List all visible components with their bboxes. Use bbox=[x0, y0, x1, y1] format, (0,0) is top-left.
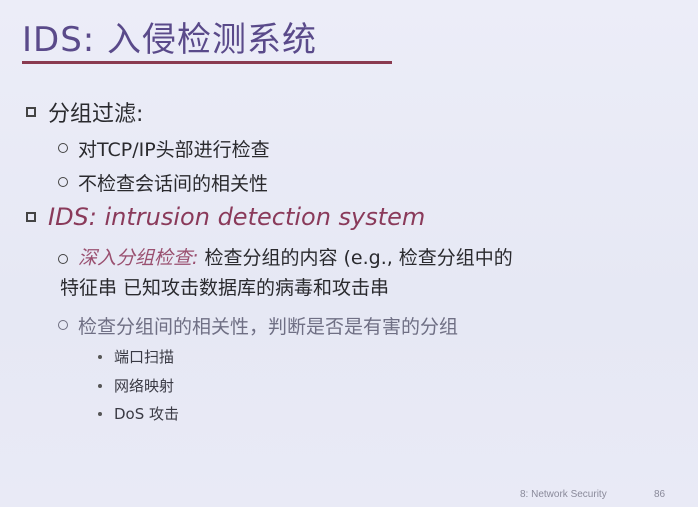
sub-bullet-text: 检查分组间的相关性，判断是否是有害的分组 bbox=[78, 316, 459, 338]
bullet-ids: IDS: intrusion detection system bbox=[26, 203, 425, 231]
dpi-emphasis: 深入分组检查: bbox=[78, 247, 199, 269]
circle-bullet-icon bbox=[58, 254, 68, 264]
square-bullet-icon bbox=[26, 107, 36, 117]
slide: IDS: 入侵检测系统 分组过滤: 对TCP/IP头部进行检查 不检查会话间的相… bbox=[0, 0, 698, 507]
circle-bullet-icon bbox=[58, 143, 68, 153]
sub-bullet-tcp-ip-check: 对TCP/IP头部进行检查 bbox=[58, 135, 270, 162]
sub-bullet-inter-packet-correlation: 检查分组间的相关性，判断是否是有害的分组 bbox=[58, 312, 458, 339]
list-item-network-mapping: 网络映射 bbox=[98, 375, 174, 396]
title-underline bbox=[22, 61, 392, 64]
list-item-text: 网络映射 bbox=[114, 377, 175, 395]
dpi-text: 检查分组的内容 (e.g., 检查分组中的 bbox=[198, 247, 513, 269]
square-bullet-icon bbox=[26, 212, 36, 222]
list-item-dos-attack: DoS 攻击 bbox=[98, 403, 179, 424]
list-item-text: 端口扫描 bbox=[114, 348, 175, 366]
bullet-packet-filtering: 分组过滤: bbox=[26, 96, 143, 128]
sub-bullet-deep-packet-inspection: 深入分组检查: 检查分组的内容 (e.g., 检查分组中的 特征串 已知攻击数据… bbox=[58, 243, 513, 303]
slide-title: IDS: 入侵检测系统 bbox=[22, 20, 318, 60]
sub-bullet-text: 不检查会话间的相关性 bbox=[78, 173, 269, 195]
footer-section: 8: Network Security bbox=[520, 489, 607, 500]
dot-bullet-icon bbox=[98, 383, 102, 388]
dot-bullet-icon bbox=[98, 354, 102, 359]
circle-bullet-icon bbox=[58, 320, 68, 330]
list-item-text: DoS 攻击 bbox=[114, 405, 180, 423]
bullet-label: IDS: intrusion detection system bbox=[48, 203, 426, 231]
dot-bullet-icon bbox=[98, 411, 102, 416]
list-item-port-scan: 端口扫描 bbox=[98, 346, 174, 367]
bullet-label: 分组过滤: bbox=[48, 102, 144, 127]
sub-bullet-no-session-correlation: 不检查会话间的相关性 bbox=[58, 169, 268, 196]
footer-page-number: 86 bbox=[654, 489, 666, 500]
sub-bullet-body: 深入分组检查: 检查分组的内容 (e.g., 检查分组中的 特征串 已知攻击数据… bbox=[60, 243, 513, 303]
dpi-text-line2: 特征串 已知攻击数据库的病毒和攻击串 bbox=[60, 277, 390, 299]
circle-bullet-icon bbox=[58, 177, 68, 187]
sub-bullet-text: 对TCP/IP头部进行检查 bbox=[78, 139, 270, 161]
